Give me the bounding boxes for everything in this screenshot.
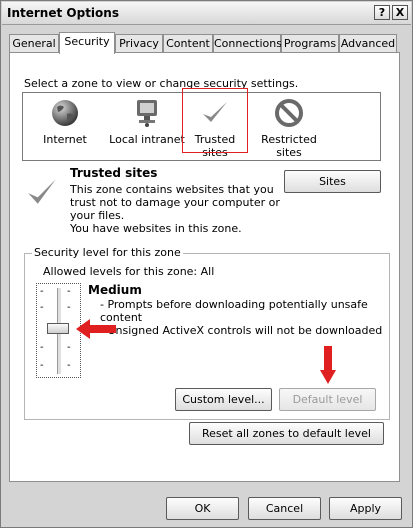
selected-zone-highlight	[182, 88, 248, 153]
security-level-group-label: Security level for this zone	[32, 246, 183, 259]
reset-all-zones-button[interactable]: Reset all zones to default level	[189, 422, 384, 445]
slider-tick: -	[67, 342, 71, 353]
close-button[interactable]: X	[392, 5, 408, 20]
zone-restricted-sites[interactable]: Restricted sites	[255, 93, 323, 160]
slider-tick: -	[67, 286, 71, 297]
security-level-bullet: - Unsigned ActiveX controls will not be …	[100, 324, 383, 337]
globe-icon	[52, 100, 78, 126]
slider-tick: -	[40, 302, 44, 313]
help-button[interactable]: ?	[374, 5, 390, 20]
zone-label: Local intranet	[109, 133, 185, 146]
security-level-name: Medium	[88, 283, 142, 297]
tab-general[interactable]: General	[9, 34, 59, 52]
zone-description-line: You have websites in this zone.	[70, 222, 242, 235]
zone-description-line: trust not to damage your computer or	[70, 196, 280, 209]
apply-button[interactable]: Apply	[329, 497, 402, 520]
tab-privacy[interactable]: Privacy	[115, 34, 163, 52]
slider-tick: -	[40, 342, 44, 353]
red-arrow-down-icon	[320, 346, 336, 384]
security-level-bullet: - Prompts before downloading potentially…	[100, 298, 368, 311]
computer-network-icon	[137, 100, 157, 127]
slider-tick: -	[67, 360, 71, 371]
zone-local-intranet[interactable]: Local intranet	[101, 93, 193, 160]
zone-description-line: your files.	[70, 209, 125, 222]
zone-label: Internet	[43, 133, 87, 146]
tab-connections[interactable]: Connections	[213, 34, 282, 52]
title-bar: Internet Options ? X	[2, 2, 411, 25]
security-level-slider[interactable]: - - - - - - - -	[36, 283, 81, 378]
sites-button[interactable]: Sites	[284, 170, 381, 193]
zone-description-line: This zone contains websites that you	[70, 183, 274, 196]
slider-tick: -	[40, 286, 44, 297]
zone-label: Restricted sites	[261, 133, 317, 159]
tab-security[interactable]: Security	[59, 32, 115, 54]
prohibited-icon	[275, 99, 303, 127]
tab-content[interactable]: Content	[163, 34, 213, 52]
window-title: Internet Options	[7, 6, 119, 20]
allowed-levels-label: Allowed levels for this zone: All	[43, 265, 215, 278]
tab-programs[interactable]: Programs	[281, 34, 339, 52]
tab-advanced[interactable]: Advanced	[339, 34, 397, 52]
zone-title: Trusted sites	[70, 166, 158, 180]
slider-tick: -	[67, 302, 71, 313]
ok-button[interactable]: OK	[166, 497, 239, 520]
default-level-button[interactable]: Default level	[279, 388, 376, 411]
checkmark-icon	[28, 179, 56, 204]
zone-internet[interactable]: Internet	[37, 93, 93, 160]
red-arrow-left-icon	[76, 319, 116, 339]
cancel-button[interactable]: Cancel	[248, 497, 321, 520]
zone-select-prompt: Select a zone to view or change security…	[24, 77, 299, 90]
slider-tick: -	[40, 360, 44, 371]
custom-level-button[interactable]: Custom level...	[175, 388, 272, 411]
slider-thumb[interactable]	[47, 323, 69, 334]
